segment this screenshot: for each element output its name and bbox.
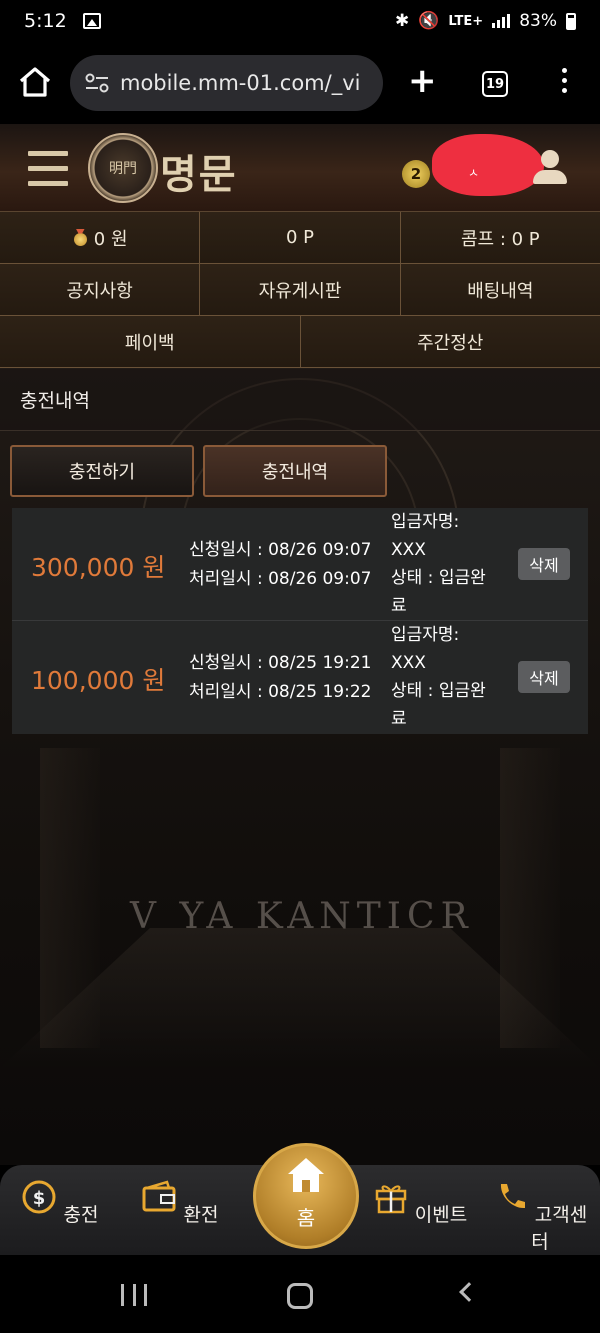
page-title: 충전내역 (0, 369, 600, 431)
nav-exchange[interactable]: 환전 (130, 1179, 230, 1227)
status-text-cont: 료 (391, 709, 407, 729)
depositor-label: 입금자명: (391, 512, 460, 532)
site-settings-icon[interactable] (84, 73, 110, 93)
depositor-label: 입금자명: (391, 625, 460, 645)
requested-time: 신청일시 : 08/26 09:07 (189, 540, 372, 560)
logo-emblem[interactable]: 明門 (88, 133, 158, 203)
requested-time: 신청일시 : 08/25 19:21 (189, 653, 372, 673)
processed-time: 처리일시 : 08/25 19:22 (189, 682, 372, 702)
dollar-coin-icon: $ (22, 1180, 56, 1214)
site-header: 明門 명문 2 ㅅ (0, 124, 600, 212)
nav-exchange-label: 환전 (183, 1204, 219, 1226)
battery-percent: 83% (519, 11, 557, 31)
comp-value: 콤프 : 0 P (460, 228, 540, 250)
balance-value: 0 원 (93, 228, 128, 250)
url-text: mobile.mm-01.com/_vi (120, 71, 361, 95)
recents-icon[interactable] (121, 1284, 147, 1306)
deposit-amount: 100,000 원 (31, 666, 166, 695)
hamburger-menu-icon[interactable] (28, 151, 68, 196)
deposit-history-list: 300,000 원 신청일시 : 08/26 09:07 처리일시 : 08/2… (12, 508, 588, 734)
depositor-name: XXX (391, 540, 426, 560)
status-time: 5:12 (24, 10, 67, 32)
comp-cell: 콤프 : 0 P (400, 212, 600, 263)
svg-text:$: $ (33, 1188, 46, 1209)
menu-bet-history[interactable]: 배팅내역 (400, 264, 600, 315)
signal-icon (492, 14, 511, 28)
status-right: ✱ 🔇 LTE+ 83% (395, 11, 576, 31)
nav-support-label: 고객센터 (531, 1204, 588, 1253)
gallery-icon (82, 13, 101, 29)
menu-free-board[interactable]: 자유게시판 (200, 264, 401, 315)
delete-button[interactable]: 삭제 (518, 661, 570, 693)
deposit-dates: 신청일시 : 08/25 19:21 처리일시 : 08/25 19:22 (189, 649, 371, 707)
level-badge: 2 (402, 160, 430, 188)
address-bar[interactable]: mobile.mm-01.com/_vi (70, 55, 383, 111)
redaction-mark (432, 134, 544, 196)
nav-charge[interactable]: $ 충전 (10, 1179, 110, 1227)
processed-time: 처리일시 : 08/26 09:07 (189, 569, 372, 589)
tab-switcher-button[interactable]: 19 (482, 71, 508, 97)
deposit-dates: 신청일시 : 08/26 09:07 처리일시 : 08/26 09:07 (189, 536, 371, 594)
list-item: 100,000 원 신청일시 : 08/25 19:21 처리일시 : 08/2… (12, 621, 588, 734)
points-value: 0 P (285, 227, 314, 248)
depositor-info: 입금자명: XXX 상태 : 입금완 료 (391, 621, 501, 733)
menu-row: 공지사항 자유게시판 배팅내역 (0, 264, 600, 316)
phone-icon (500, 1184, 525, 1209)
status-text: 상태 : 입금완 (391, 568, 486, 588)
menu-weekly-settlement[interactable]: 주간정산 (300, 316, 600, 367)
nav-event-label: 이벤트 (414, 1204, 468, 1226)
gift-icon (375, 1185, 406, 1214)
system-navigation-bar (0, 1255, 600, 1333)
bluetooth-icon: ✱ (395, 11, 410, 31)
balance-row: 0 원 0 P 콤프 : 0 P (0, 212, 600, 264)
user-icon[interactable] (532, 150, 568, 188)
nav-charge-label: 충전 (63, 1204, 99, 1226)
points-cell: 0 P (200, 212, 401, 263)
status-text-cont: 료 (391, 596, 407, 616)
logo-text[interactable]: 명문 (160, 142, 238, 200)
nav-support[interactable]: 고객센터 (490, 1179, 590, 1254)
wallet-icon (142, 1180, 176, 1212)
username: ㅅ (468, 166, 480, 180)
account-info-grid: 0 원 0 P 콤프 : 0 P 공지사항 자유게시판 배팅내역 페이백 주간정… (0, 212, 600, 368)
background-slogan: V YA KANTICR (130, 896, 474, 937)
mute-icon: 🔇 (418, 11, 440, 31)
system-home-icon[interactable] (287, 1283, 313, 1309)
delete-button[interactable]: 삭제 (518, 548, 570, 580)
battery-icon (566, 12, 576, 30)
depositor-info: 입금자명: XXX 상태 : 입금완 료 (391, 508, 501, 620)
tab-deposit-history[interactable]: 충전내역 (203, 445, 387, 497)
status-text: 상태 : 입금완 (391, 681, 486, 701)
nav-event[interactable]: 이벤트 (370, 1179, 470, 1227)
menu-row-2: 페이백 주간정산 (0, 316, 600, 368)
browser-toolbar: mobile.mm-01.com/_vi + 19 (0, 42, 600, 124)
home-icon[interactable] (18, 66, 52, 98)
nav-home-label: 홈 (296, 1206, 316, 1230)
status-bar: 5:12 ✱ 🔇 LTE+ 83% (0, 0, 600, 42)
list-item: 300,000 원 신청일시 : 08/26 09:07 처리일시 : 08/2… (12, 508, 588, 621)
nav-home-button[interactable]: 홈 (253, 1143, 359, 1249)
new-tab-button[interactable]: + (408, 64, 437, 98)
medal-icon (72, 229, 88, 247)
more-menu-icon[interactable] (562, 68, 568, 98)
menu-payback[interactable]: 페이백 (0, 316, 301, 367)
back-icon[interactable] (459, 1282, 479, 1302)
deposit-amount: 300,000 원 (31, 553, 166, 582)
depositor-name: XXX (391, 653, 426, 673)
balance-cell: 0 원 (0, 212, 201, 263)
tab-deposit[interactable]: 충전하기 (10, 445, 194, 497)
network-label: LTE+ (448, 13, 484, 29)
menu-notice[interactable]: 공지사항 (0, 264, 201, 315)
home-icon (288, 1158, 324, 1192)
